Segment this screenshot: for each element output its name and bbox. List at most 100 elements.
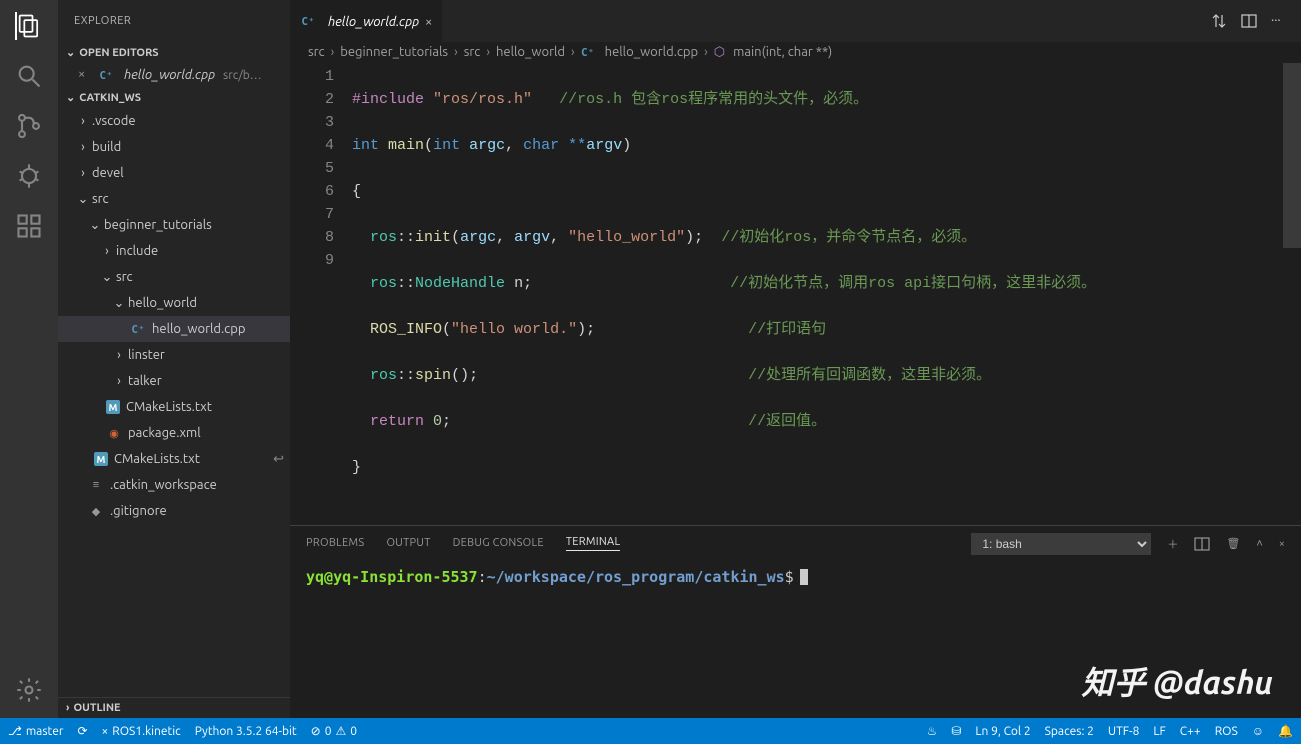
- tab-hello-world[interactable]: C⁺ hello_world.cpp ×: [290, 0, 443, 42]
- status-flame[interactable]: ♨: [927, 724, 938, 738]
- section-workspace[interactable]: ⌄CATKIN_WS: [58, 87, 290, 108]
- cpp-file-icon: C⁺: [98, 67, 114, 83]
- status-bar: ⎇master ⟳ ×ROS1.kinetic Python 3.5.2 64-…: [0, 718, 1301, 744]
- status-ros[interactable]: ROS: [1215, 725, 1238, 738]
- tree-file[interactable]: MCMakeLists.txt: [58, 394, 290, 420]
- tree-file[interactable]: ≡.catkin_workspace: [58, 472, 290, 498]
- status-sync[interactable]: ⟳: [77, 724, 87, 738]
- sync-icon: ⟳: [77, 724, 87, 738]
- smiley-icon: ☺: [1252, 724, 1264, 738]
- chevron-right-icon: ›: [112, 374, 126, 388]
- maximize-panel-icon[interactable]: ˄: [1256, 538, 1262, 550]
- close-icon[interactable]: ×: [425, 15, 432, 29]
- chevron-down-icon: ⌄: [66, 46, 75, 59]
- tab-debug-console[interactable]: DEBUG CONSOLE: [453, 537, 544, 551]
- gitignore-file-icon: ◆: [88, 503, 104, 519]
- tree-file[interactable]: ◉package.xml: [58, 420, 290, 446]
- tree-folder[interactable]: ⌄beginner_tutorials: [58, 212, 290, 238]
- extensions-icon[interactable]: [15, 212, 43, 240]
- new-terminal-icon[interactable]: ＋: [1167, 536, 1178, 552]
- more-icon[interactable]: ···: [1271, 13, 1287, 29]
- close-panel-icon[interactable]: ×: [1279, 538, 1285, 550]
- tab-terminal[interactable]: TERMINAL: [566, 536, 621, 551]
- section-outline[interactable]: ›OUTLINE: [58, 697, 290, 718]
- open-editor-item[interactable]: × C⁺ hello_world.cpp src/b…: [58, 63, 290, 87]
- chevron-down-icon: ⌄: [100, 270, 114, 285]
- symlink-icon: ↩: [273, 452, 284, 467]
- status-encoding[interactable]: UTF-8: [1108, 725, 1139, 738]
- compare-icon[interactable]: [1211, 13, 1227, 29]
- file-tree: ›.vscode ›build ›devel ⌄src ⌄beginner_tu…: [58, 108, 290, 697]
- error-icon: ⊘: [311, 724, 321, 738]
- chevron-right-icon: ›: [571, 45, 575, 59]
- tab-output[interactable]: OUTPUT: [386, 537, 430, 551]
- chevron-right-icon: ›: [331, 45, 335, 59]
- cpp-file-icon: C⁺: [300, 14, 316, 30]
- xml-file-icon: ◉: [106, 425, 122, 441]
- tree-folder[interactable]: ›.vscode: [58, 108, 290, 134]
- source-control-icon[interactable]: [15, 112, 43, 140]
- chevron-down-icon: ⌄: [112, 296, 126, 311]
- trash-icon[interactable]: 🗑: [1226, 537, 1240, 550]
- tree-folder[interactable]: ›build: [58, 134, 290, 160]
- chevron-right-icon: ›: [76, 114, 90, 128]
- status-ros-version[interactable]: ×ROS1.kinetic: [102, 725, 181, 738]
- chevron-down-icon: ⌄: [76, 192, 90, 207]
- status-spaces[interactable]: Spaces: 2: [1045, 725, 1094, 738]
- tree-folder[interactable]: ⌄hello_world: [58, 290, 290, 316]
- warning-icon: ⚠: [335, 724, 346, 738]
- tab-problems[interactable]: PROBLEMS: [306, 537, 364, 551]
- tree-folder[interactable]: ⌄src: [58, 186, 290, 212]
- tree-folder[interactable]: ›talker: [58, 368, 290, 394]
- cursor: [800, 569, 808, 585]
- sidebar: EXPLORER ⌄OPEN EDITORS × C⁺ hello_world.…: [58, 0, 290, 718]
- explorer-icon[interactable]: [15, 12, 43, 40]
- editor[interactable]: 123456789 #include "ros/ros.h" //ros.h 包…: [290, 63, 1301, 525]
- status-problems[interactable]: ⊘0 ⚠0: [311, 724, 357, 738]
- chevron-right-icon: ›: [486, 45, 490, 59]
- git-branch-icon: ⎇: [8, 724, 22, 738]
- tree-folder[interactable]: ›linster: [58, 342, 290, 368]
- tree-file[interactable]: MCMakeLists.txt↩: [58, 446, 290, 472]
- chevron-right-icon: ›: [66, 702, 69, 714]
- tree-file[interactable]: ◆.gitignore: [58, 498, 290, 524]
- terminal-select[interactable]: 1: bash: [971, 533, 1151, 555]
- line-numbers: 123456789: [290, 63, 352, 525]
- settings-gear-icon[interactable]: [15, 676, 43, 704]
- database-icon: ⛁: [951, 724, 961, 738]
- search-icon[interactable]: [15, 62, 43, 90]
- status-branch[interactable]: ⎇master: [8, 724, 63, 738]
- chevron-right-icon: ›: [76, 140, 90, 154]
- chevron-right-icon: ›: [100, 244, 114, 258]
- chevron-right-icon: ›: [112, 348, 126, 362]
- status-eol[interactable]: LF: [1153, 725, 1165, 738]
- status-language[interactable]: C++: [1180, 725, 1201, 738]
- tree-folder[interactable]: ⌄src: [58, 264, 290, 290]
- watermark: 知乎 @dashu: [1082, 658, 1274, 704]
- status-cursor-pos[interactable]: Ln 9, Col 2: [975, 725, 1030, 738]
- chevron-right-icon: ›: [704, 45, 708, 59]
- cmake-file-icon: M: [94, 452, 108, 466]
- code-content[interactable]: #include "ros/ros.h" //ros.h 包含ros程序常用的头…: [352, 63, 1301, 525]
- cmake-file-icon: M: [106, 400, 120, 414]
- split-editor-icon[interactable]: [1241, 13, 1257, 29]
- close-icon: ×: [102, 725, 109, 738]
- split-terminal-icon[interactable]: [1194, 536, 1210, 552]
- minimap[interactable]: [1283, 63, 1301, 525]
- section-open-editors[interactable]: ⌄OPEN EDITORS: [58, 42, 290, 63]
- close-icon[interactable]: ×: [78, 67, 94, 83]
- status-notifications[interactable]: 🔔: [1278, 724, 1293, 738]
- editor-area: C⁺ hello_world.cpp × ··· src› beginner_t…: [290, 0, 1301, 718]
- tree-file-active[interactable]: C⁺hello_world.cpp: [58, 316, 290, 342]
- tree-folder[interactable]: ›devel: [58, 160, 290, 186]
- debug-icon[interactable]: [15, 162, 43, 190]
- status-db[interactable]: ⛁: [951, 724, 961, 738]
- chevron-right-icon: ›: [76, 166, 90, 180]
- status-feedback[interactable]: ☺: [1252, 724, 1264, 738]
- status-python[interactable]: Python 3.5.2 64-bit: [195, 725, 297, 738]
- tree-folder[interactable]: ›include: [58, 238, 290, 264]
- breadcrumbs[interactable]: src› beginner_tutorials› src› hello_worl…: [290, 42, 1301, 63]
- bell-icon: 🔔: [1278, 724, 1293, 738]
- chevron-right-icon: ›: [454, 45, 458, 59]
- activity-bar: [0, 0, 58, 718]
